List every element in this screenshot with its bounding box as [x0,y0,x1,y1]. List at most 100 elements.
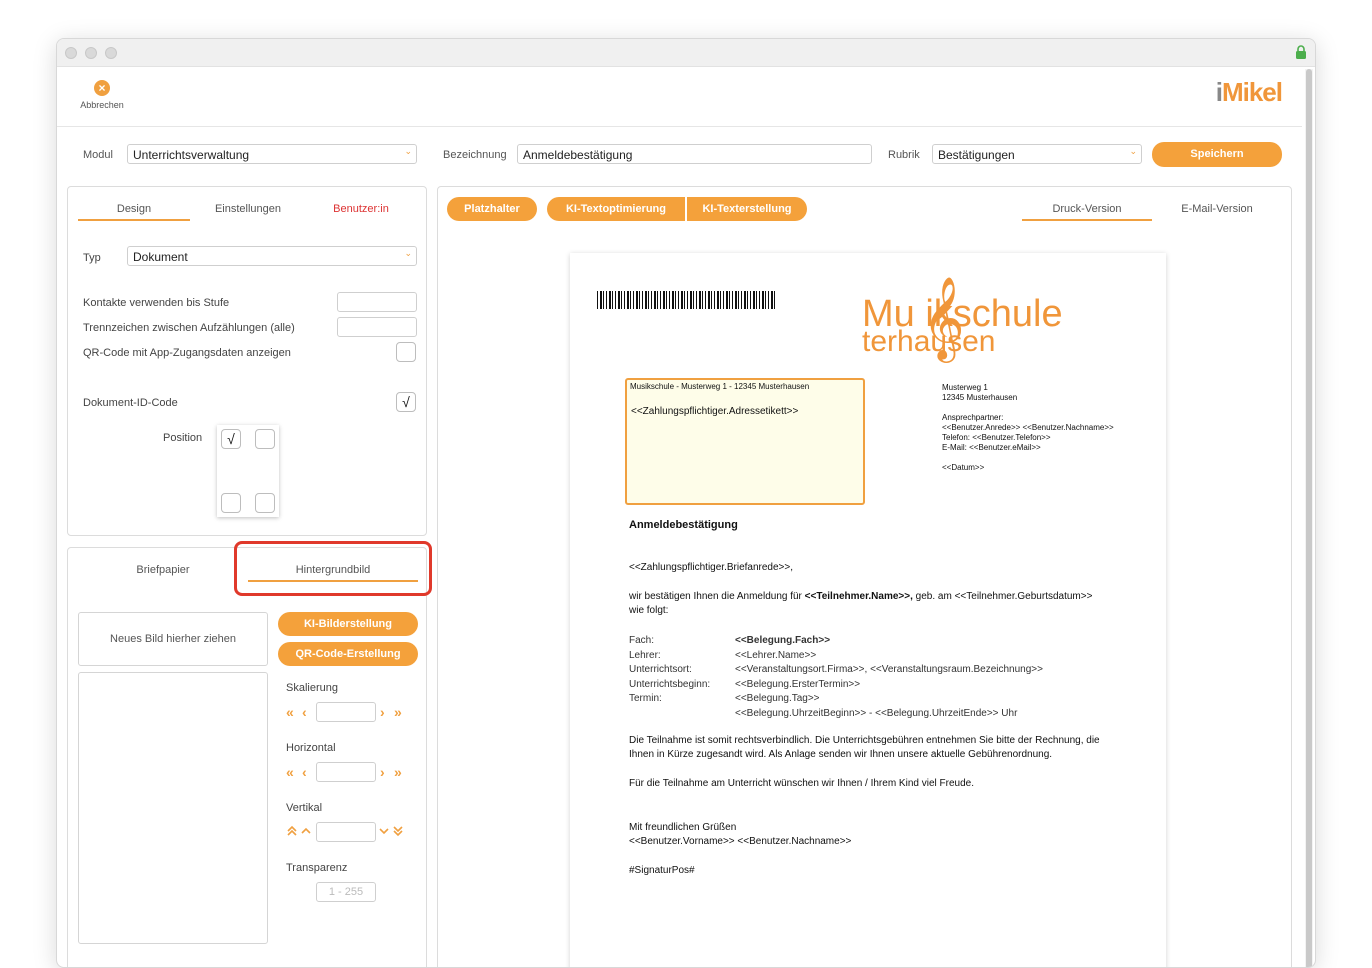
intro-post: geb. am <<Teilnehmer.Geburtsdatum>> [912,591,1093,602]
position-top-right[interactable] [255,429,275,449]
subject: Anmeldebestätigung [629,519,738,531]
chevron-down-icon: ⌄ [1129,146,1137,156]
transparenz-label: Transparenz [286,862,348,874]
cancel-label: Abbrechen [80,100,124,110]
modul-select[interactable]: Unterrichtsverwaltung ⌄ [127,144,417,164]
closing: Mit freundlichen Grüßen [629,822,737,833]
title-bar [57,39,1315,67]
imikel-logo: iMikel [1216,77,1283,108]
skalierung-input[interactable] [316,702,376,722]
double-chevron-right-icon[interactable]: » [394,764,402,780]
trennzeichen-input[interactable] [337,317,417,337]
signature-position: #SignaturPos# [629,865,695,876]
contact-line: <<Datum>> [942,463,985,472]
salutation: <<Zahlungspflichtiger.Briefanrede>>, [629,562,793,573]
ki-textoptimierung-button[interactable]: KI-Textoptimierung [547,197,685,221]
tab-benutzerin[interactable]: Benutzer:in [306,203,416,215]
rubrik-value: Bestätigungen [938,148,1015,162]
dokument-id-label: Dokument-ID-Code [83,397,178,409]
details-table: Fach: <<Belegung.Fach>> Lehrer: <<Lehrer.N… [629,634,1043,721]
minimize-window-button[interactable] [85,47,97,59]
position-top-left[interactable]: √ [221,429,241,449]
bezeichnung-label: Bezeichnung [443,149,507,161]
contact-line: Ansprechpartner: [942,413,1004,422]
contact-line: 12345 Musterhausen [942,393,1018,402]
ki-bilderstellung-button[interactable]: KI-Bilderstellung [278,612,418,636]
double-chevron-left-icon[interactable]: « [286,764,294,780]
chevron-down-icon: ⌄ [404,248,412,258]
lock-icon [1296,45,1306,59]
horizontal-input[interactable] [316,762,376,782]
detail-row: Unterrichtsbeginn: <<Belegung.ErsterTermi… [629,678,1043,693]
skalierung-label: Skalierung [286,682,338,694]
contact-line: Telefon: <<Benutzer.Telefon>> [942,433,1051,442]
chevron-right-icon[interactable]: › [380,704,385,720]
contact-line: E-Mail: <<Benutzer.eMail>> [942,443,1041,452]
close-window-button[interactable] [65,47,77,59]
detail-value: <<Belegung.Tag>> [735,693,820,704]
platzhalter-button[interactable]: Platzhalter [447,197,537,221]
detail-key: Fach: [629,635,655,646]
paragraph-2: Für die Teilnahme am Unterricht wünschen… [629,778,974,789]
intro-line-2: wie folgt: [629,605,669,616]
toolbar: × Abbrechen iMikel [57,67,1302,127]
vertikal-label: Vertikal [286,802,323,814]
tab-briefpapier[interactable]: Briefpapier [78,564,248,576]
detail-key: Lehrer: [629,649,661,661]
scrollbar-thumb[interactable] [1306,69,1312,967]
vertikal-input[interactable] [316,822,376,842]
bezeichnung-input[interactable]: Anmeldebestätigung [517,144,872,164]
double-chevron-up-icon[interactable] [286,825,314,837]
rubrik-select[interactable]: Bestätigungen ⌄ [932,144,1142,164]
address-field: Musikschule - Musterweg 1 - 12345 Muster… [625,378,865,505]
ki-texterstellung-button[interactable]: KI-Texterstellung [687,197,807,221]
window-scrollbar[interactable] [1305,69,1313,967]
double-chevron-right-icon[interactable]: » [394,704,402,720]
document-preview[interactable]: Mu ikschule terhausen 𝄞 Musikschule - Mu… [570,253,1166,967]
intro-line: wir bestätigen Ihnen die Anmeldung für <… [629,591,1092,602]
chevron-up-icon [301,827,311,834]
detail-row: Fach: <<Belegung.Fach>> [629,634,1043,649]
detail-value: <<Belegung.Fach>> [735,635,831,646]
position-bottom-right[interactable] [255,493,275,513]
position-picker: √ [217,425,279,517]
zoom-window-button[interactable] [105,47,117,59]
modul-label: Modul [83,149,113,161]
detail-value: <<Veranstaltungsort.Firma>>, <<Veranstal… [735,664,1043,675]
dokument-id-checkbox[interactable]: √ [396,392,416,412]
intro-pre: wir bestätigen Ihnen die Anmeldung für [629,591,805,602]
chevron-left-icon[interactable]: ‹ [302,764,307,780]
position-bottom-left[interactable] [221,493,241,513]
tab-druck-version[interactable]: Druck-Version [1022,203,1152,221]
app-window: × Abbrechen iMikel Modul Unterrichtsverw… [56,38,1316,968]
chevron-right-icon[interactable]: › [380,764,385,780]
chevron-left-icon[interactable]: ‹ [302,704,307,720]
save-button[interactable]: Speichern [1152,142,1282,167]
tab-design[interactable]: Design [78,203,190,221]
position-label: Position [163,432,203,444]
kontakte-stufe-input[interactable] [337,292,417,312]
double-chevron-left-icon[interactable]: « [286,704,294,720]
background-panel: Briefpapier Hintergrundbild Neues Bild h… [67,547,427,967]
tab-email-version[interactable]: E-Mail-Version [1152,203,1282,215]
bezeichnung-value: Anmeldebestätigung [523,148,633,162]
detail-row: Unterrichtsort: <<Veranstaltungsort.Firma… [629,663,1043,678]
double-chevron-down-icon[interactable] [378,825,406,837]
sender-line: Musikschule - Musterweg 1 - 12345 Muster… [630,382,810,391]
transparenz-input[interactable]: 1 - 255 [316,882,376,902]
detail-value: <<Belegung.ErsterTermin>> [735,678,861,690]
cancel-button[interactable]: × Abbrechen [75,79,129,110]
address-placeholder: <<Zahlungspflichtiger.Adressetikett>> [631,406,799,417]
image-drop-zone[interactable]: Neues Bild hierher ziehen [78,612,268,666]
typ-label: Typ [83,252,101,264]
qr-code-checkbox[interactable] [396,342,416,362]
detail-key: Termin: [629,693,662,704]
detail-row: <<Belegung.UhrzeitBeginn>> - <<Belegung.… [629,707,1043,722]
typ-select[interactable]: Dokument ⌄ [127,246,417,266]
qr-code-erstellung-button[interactable]: QR-Code-Erstellung [278,642,418,666]
contact-line: Musterweg 1 [942,383,988,392]
paragraph-1-line-1: Die Teilnahme ist somit rechtsverbindlic… [629,735,1100,746]
typ-value: Dokument [133,250,188,264]
paragraph-1-line-2: Ihnen in Kürze zugesandt wird. Als Anlag… [629,749,1053,760]
tab-einstellungen[interactable]: Einstellungen [193,203,303,215]
